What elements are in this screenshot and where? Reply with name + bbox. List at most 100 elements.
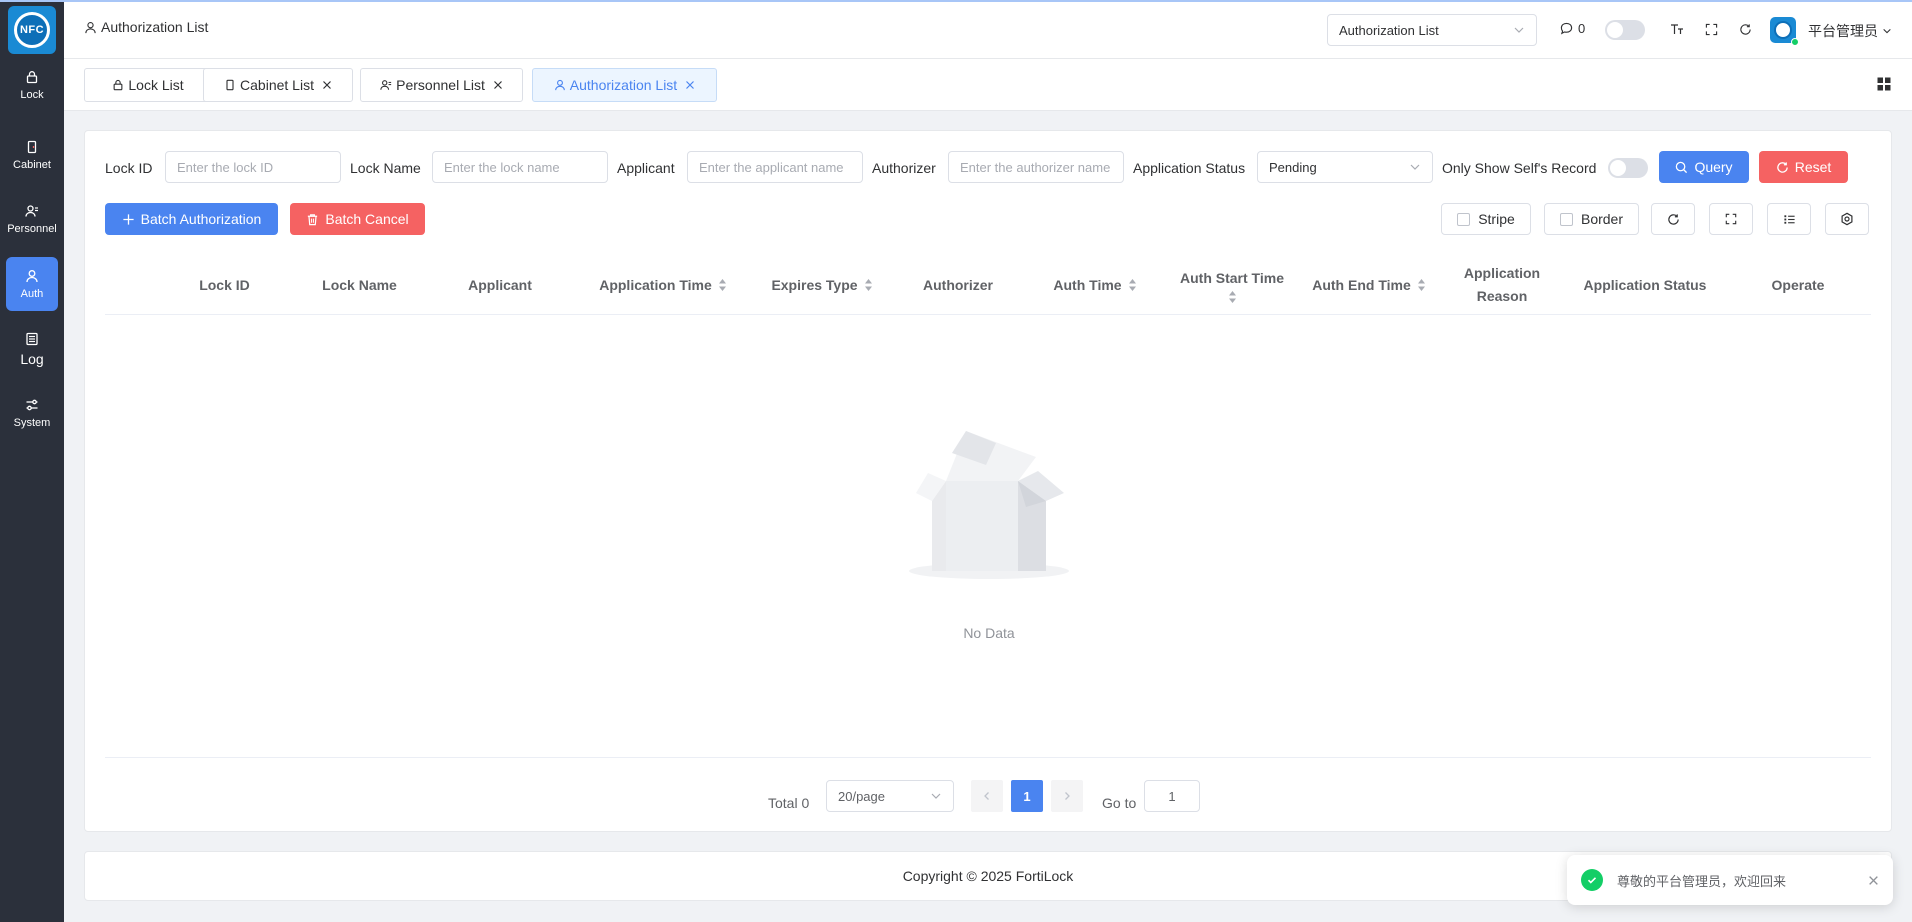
lock-icon [26,70,38,83]
batch-authorization-button[interactable]: Batch Authorization [105,203,278,235]
chevron-down-icon [1883,28,1891,34]
tab-lock-list[interactable]: Lock List [84,68,212,102]
application-status-select[interactable]: Pending [1257,151,1433,183]
authorizer-input[interactable]: Enter the authorizer name [948,151,1124,183]
chevron-left-icon [984,792,989,800]
tab-label: Lock List [128,77,184,93]
sidebar-item-log[interactable]: Log [6,322,58,376]
tab-label: Authorization List [569,77,678,93]
close-icon[interactable] [1868,875,1879,886]
applicant-input[interactable]: Enter the applicant name [687,151,863,183]
lock-name-label: Lock Name [350,160,421,176]
border-checkbox[interactable]: Border [1544,203,1639,235]
tab-authorization-list[interactable]: Authorization List [532,68,717,102]
refresh-icon [1667,213,1679,225]
close-icon[interactable] [493,80,503,90]
welcome-notification: 尊敬的平台管理员，欢迎回来 [1567,855,1893,905]
fullscreen-icon [1725,213,1737,225]
query-button[interactable]: Query [1659,151,1749,183]
user-icon [85,21,96,33]
applicant-label: Applicant [617,160,675,176]
table-fullscreen-button[interactable] [1709,203,1753,235]
col-applicant: Applicant [468,276,532,293]
avatar[interactable] [1770,17,1799,46]
col-auth-start-time[interactable]: Auth Start Time [1165,255,1299,315]
menu-search-value: Authorization List [1339,22,1439,38]
col-application-time[interactable]: Application Time [573,255,753,315]
sort-icon[interactable] [864,278,873,292]
stripe-checkbox[interactable]: Stripe [1441,203,1531,235]
sidebar-item-lock[interactable]: Lock [6,58,58,112]
message-button[interactable]: 0 [1560,21,1585,36]
sort-icon[interactable] [1128,278,1137,292]
checkbox-box [1457,212,1471,226]
breadcrumb[interactable]: Authorization List [84,19,208,35]
sidebar-item-cabinet[interactable]: Cabinet [6,128,58,182]
grid-menu-icon[interactable] [1877,77,1891,91]
lock-name-input[interactable]: Enter the lock name [432,151,608,183]
close-icon[interactable] [322,80,332,90]
app-logo[interactable]: NFC [8,6,56,54]
col-expires-type[interactable]: Expires Type [753,255,891,315]
refresh-icon [1739,23,1751,35]
message-icon [1560,22,1573,35]
fullscreen-button[interactable] [1703,21,1719,37]
notification-message: 尊敬的平台管理员，欢迎回来 [1617,873,1787,889]
avatar-image [1774,21,1792,39]
close-icon[interactable] [685,80,695,90]
application-status-label: Application Status [1133,160,1246,176]
page-size-value: 20/page [838,788,885,804]
col-auth-time[interactable]: Auth Time [1025,255,1165,315]
chevron-down-icon [1514,27,1524,33]
table-refresh-button[interactable] [1651,203,1695,235]
user-icon [554,79,565,91]
reset-button[interactable]: Reset [1759,151,1848,183]
sidebar-item-personnel[interactable]: Personnel [6,192,58,246]
empty-box-illustration [909,431,1069,579]
sort-icon[interactable] [1417,278,1426,292]
goto-label: Go to [1102,795,1137,811]
tabs-bar: Lock List Cabinet List Personnel List Au… [64,59,1912,111]
user-icon [26,269,38,282]
sidebar-item-label: System [13,416,51,429]
sidebar-item-system[interactable]: System [6,386,58,440]
col-authorizer: Authorizer [923,276,993,293]
top-header: Authorization List Authorization List 0 … [64,0,1912,59]
self-record-label: Only Show Self's Record [1442,160,1597,176]
tab-personnel-list[interactable]: Personnel List [360,68,523,102]
prev-page-button[interactable] [971,780,1003,812]
font-size-button[interactable] [1669,21,1685,37]
sort-icon[interactable] [1228,290,1237,304]
dark-mode-toggle[interactable] [1605,20,1645,40]
self-record-switch[interactable] [1608,158,1648,178]
sort-icon[interactable] [718,278,727,292]
refresh-button[interactable] [1737,21,1753,37]
pagination-total: Total 0 [768,795,810,811]
delete-icon [308,213,318,225]
menu-search-select[interactable]: Authorization List [1327,14,1537,46]
col-operate: Operate [1771,276,1825,293]
copyright-text: Copyright © 2025 FortiLock [902,868,1074,884]
sidebar-item-auth[interactable]: Auth [6,257,58,311]
lock-id-input[interactable]: Enter the lock ID [165,151,341,183]
goto-page-input[interactable]: 1 [1144,780,1200,812]
toggle-knob [1607,22,1623,38]
page-size-select[interactable]: 20/page [826,780,954,812]
personnel-icon [25,204,38,217]
refresh-icon [1776,161,1788,173]
user-menu[interactable]: 平台管理员 [1808,21,1892,41]
col-auth-end-time[interactable]: Auth End Time [1299,255,1439,315]
breadcrumb-label: Authorization List [101,19,209,35]
table-settings-button[interactable] [1825,203,1869,235]
page-number-current[interactable]: 1 [1011,780,1043,812]
main-card: Lock ID Enter the lock ID Lock Name Ente… [84,130,1892,832]
next-page-button[interactable] [1051,780,1083,812]
cabinet-icon [27,140,37,153]
batch-cancel-button[interactable]: Batch Cancel [290,203,425,235]
username: 平台管理员 [1808,23,1878,39]
column-settings-button[interactable] [1767,203,1811,235]
toggle-knob [1610,160,1626,176]
online-status-dot [1791,38,1799,46]
tab-cabinet-list[interactable]: Cabinet List [203,68,353,102]
batch-cancel-label: Batch Cancel [325,211,409,227]
